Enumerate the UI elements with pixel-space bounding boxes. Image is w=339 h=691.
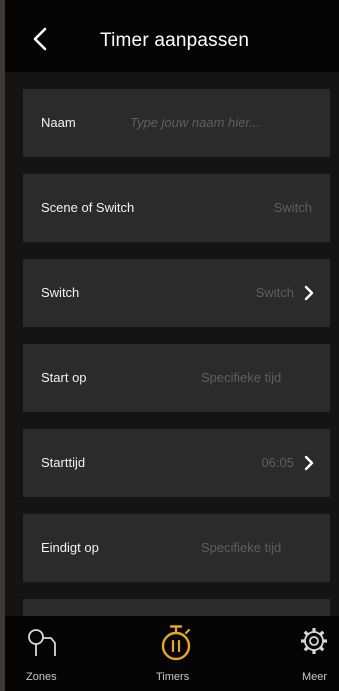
next-row[interactable]: [23, 599, 330, 616]
tab-zones[interactable]: Zones: [5, 616, 95, 691]
name-input[interactable]: [130, 109, 310, 135]
tab-more[interactable]: Meer: [269, 616, 339, 691]
scene-or-switch-value: Switch: [273, 200, 312, 215]
ends-on-label: Eindigt op: [41, 540, 99, 555]
start-time-row[interactable]: Starttijd 06:05: [23, 429, 330, 497]
page-title: Timer aanpassen: [100, 30, 250, 51]
tab-timers[interactable]: Timers: [135, 616, 215, 691]
tab-timers-label: Timers: [156, 671, 190, 683]
name-label: Naam: [41, 115, 76, 130]
switch-row[interactable]: Switch Switch: [23, 259, 330, 327]
app-screen: Timer aanpassen Naam Scene of Switch Swi…: [5, 0, 339, 691]
gear-icon: [301, 628, 327, 654]
chevron-right-icon: [304, 285, 314, 301]
start-on-label: Start op: [41, 370, 87, 385]
timer-icon: [161, 625, 191, 661]
chevron-right-icon: [304, 455, 314, 471]
tab-bar: Zones Timers Meer: [5, 616, 339, 691]
scene-or-switch-row[interactable]: Scene of Switch Switch: [23, 174, 330, 242]
start-time-label: Starttijd: [41, 455, 86, 470]
switch-label: Switch: [41, 285, 80, 300]
switch-value: Switch: [255, 285, 294, 300]
start-on-row[interactable]: Start op Specifieke tijd: [23, 344, 330, 412]
start-time-value: 06:05: [261, 455, 294, 470]
start-on-value: Specifieke tijd: [201, 370, 282, 385]
tab-more-label: Meer: [302, 671, 328, 683]
chevron-left-icon: [33, 27, 47, 51]
ends-on-row[interactable]: Eindigt op Specifieke tijd: [23, 514, 330, 582]
zones-icon: [28, 629, 56, 656]
ends-on-value: Specifieke tijd: [201, 540, 282, 555]
name-row: Naam: [23, 89, 330, 157]
header: Timer aanpassen: [5, 0, 339, 72]
timer-form: Naam Scene of Switch Switch Switch Switc…: [5, 72, 339, 616]
back-button[interactable]: [27, 24, 53, 54]
scene-or-switch-label: Scene of Switch: [41, 200, 135, 215]
tab-zones-label: Zones: [26, 671, 57, 683]
